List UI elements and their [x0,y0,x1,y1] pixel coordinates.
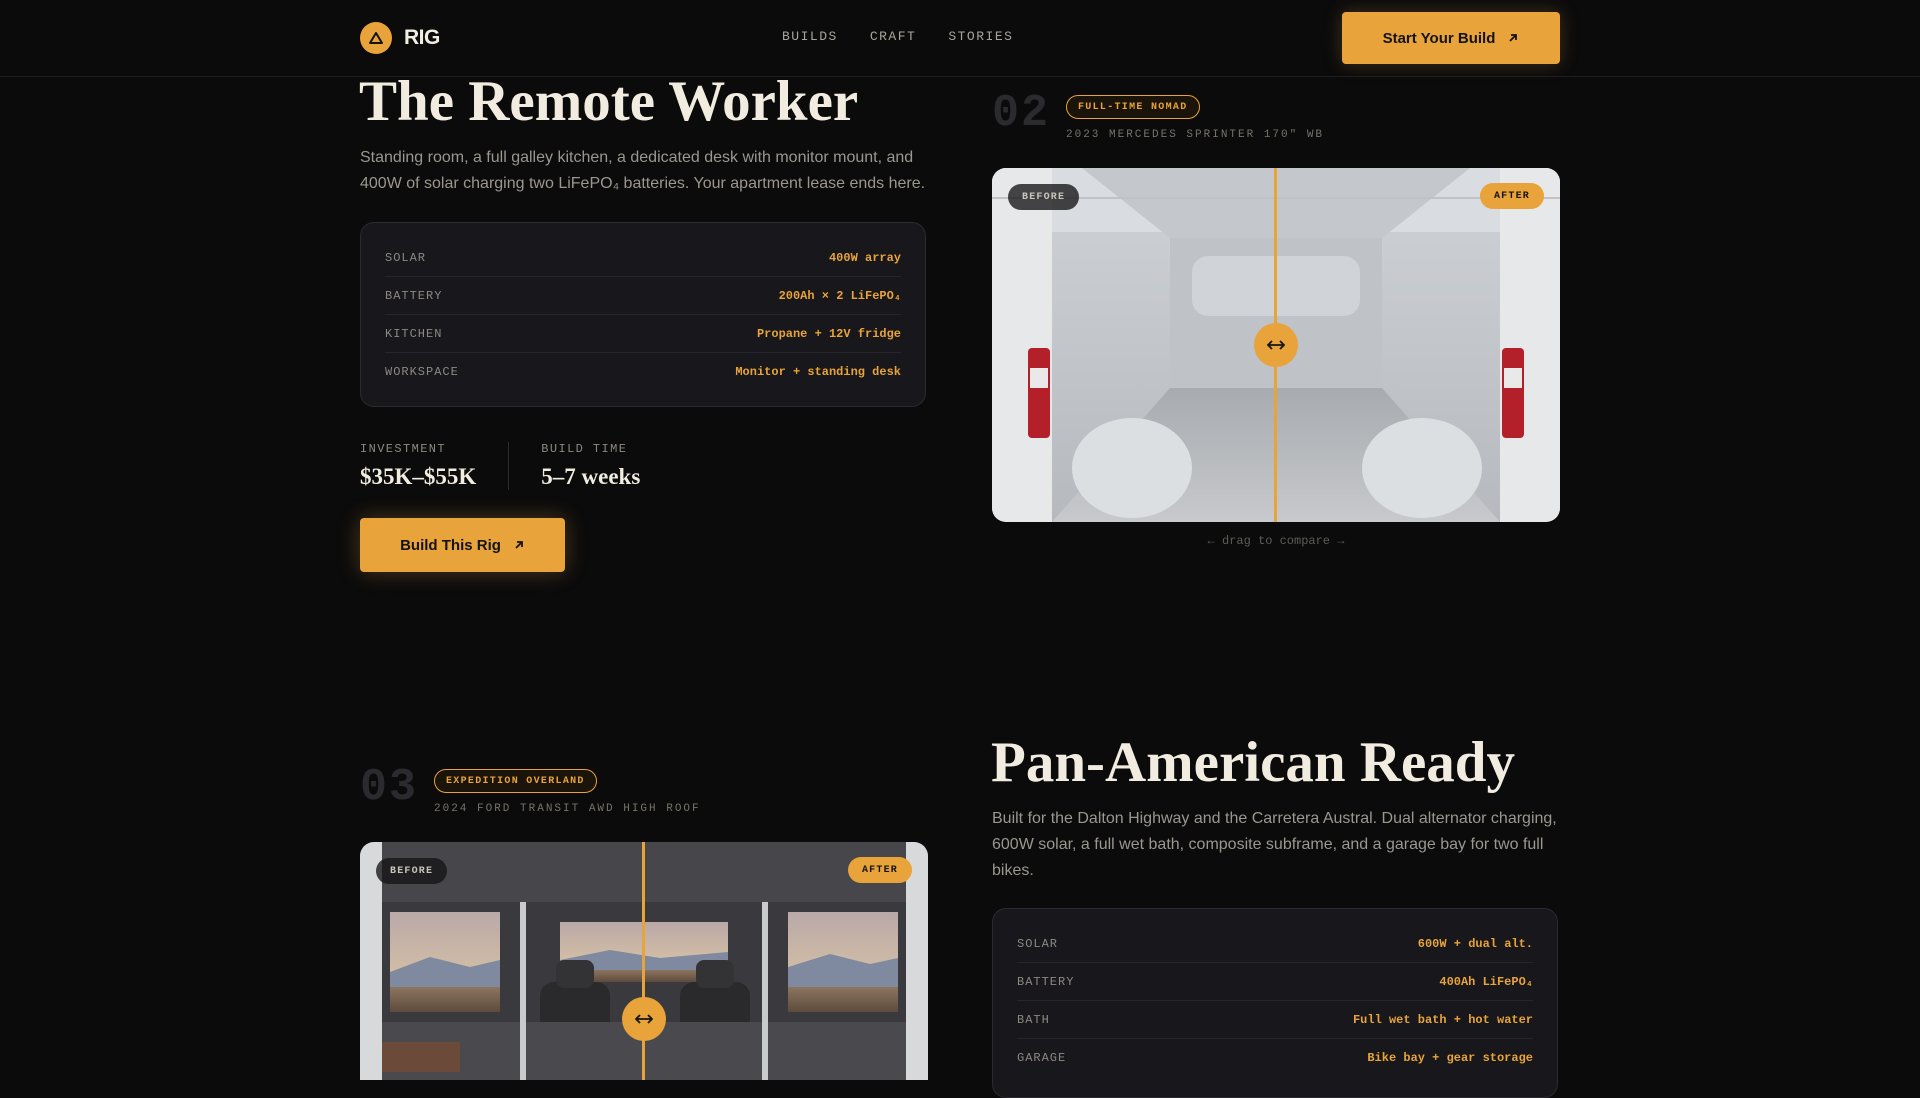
spec-row: BATTERY 200Ah × 2 LiFePO₄ [385,277,901,315]
before-tag: BEFORE [376,858,448,884]
spec-value: 400W array [828,250,901,265]
spec-card: SOLAR 400W array BATTERY 200Ah × 2 LiFeP… [360,222,926,407]
arrow-up-right-icon [515,541,523,549]
spec-value: Propane + 12V fridge [756,326,901,341]
spec-key: BATH [1017,1012,1050,1027]
site-header: RIG BUILDS CRAFT STORIES Start Your Buil… [0,0,1920,77]
build-this-rig-label: Build This Rig [400,536,501,554]
build-this-rig-button[interactable]: Build This Rig [360,518,565,572]
spec-value: Monitor + standing desk [735,364,901,379]
build-badge: EXPEDITION OVERLAND [434,769,597,793]
build-time-stat: BUILD TIME 5–7 weeks [508,442,672,490]
spec-row: SOLAR 600W + dual alt. [1017,925,1533,963]
main-nav: BUILDS CRAFT STORIES [782,29,1013,44]
spec-key: BATTERY [1017,974,1075,989]
spec-key: SOLAR [385,250,427,265]
build-stats: INVESTMENT $35K–$55K BUILD TIME 5–7 week… [360,442,672,490]
spec-key: GARAGE [1017,1050,1067,1065]
drag-arrows-icon [635,1014,653,1024]
spec-row: KITCHEN Propane + 12V fridge [385,315,901,353]
before-after-compare[interactable]: BEFORE AFTER [360,842,928,1080]
spec-key: KITCHEN [385,326,443,341]
before-after-compare[interactable]: BEFORE AFTER [992,168,1560,522]
drag-hint: ← drag to compare → [1207,534,1345,548]
brand-name: RIG [404,26,440,49]
drag-arrows-icon [1267,340,1285,350]
spec-row: GARAGE Bike bay + gear storage [1017,1039,1533,1076]
investment-label: INVESTMENT [360,442,447,456]
build-description: Standing room, a full galley kitchen, a … [360,149,926,192]
vehicle-model: 2024 FORD TRANSIT AWD HIGH ROOF [434,803,701,815]
nav-builds[interactable]: BUILDS [782,29,838,44]
build-title: Pan-American Ready [991,731,1515,794]
spec-row: WORKSPACE Monitor + standing desk [385,353,901,390]
vehicle-model: 2023 MERCEDES SPRINTER 170" WB [1066,129,1325,141]
nav-stories[interactable]: STORIES [948,29,1013,44]
start-build-button[interactable]: Start Your Build [1342,12,1560,64]
start-build-label: Start Your Build [1382,29,1496,47]
spec-row: BATH Full wet bath + hot water [1017,1001,1533,1039]
spec-value: 200Ah × 2 LiFePO₄ [778,288,901,303]
build-number: 03 [360,762,419,813]
nav-craft[interactable]: CRAFT [870,29,917,44]
build-time-value: 5–7 weeks [541,464,641,489]
build-title: The Remote Worker [359,70,859,133]
build-number: 02 [992,88,1051,139]
build-time-label: BUILD TIME [541,442,628,456]
arrow-up-right-icon [1509,34,1518,42]
after-tag: AFTER [1479,183,1544,209]
spec-key: SOLAR [1017,936,1059,951]
spec-value: 600W + dual alt. [1417,936,1533,951]
spec-value: Full wet bath + hot water [1352,1012,1533,1027]
compare-handle[interactable] [1254,323,1298,367]
spec-key: BATTERY [385,288,443,303]
compare-handle[interactable] [622,997,666,1041]
investment-stat: INVESTMENT $35K–$55K [360,442,508,490]
before-tag: BEFORE [1008,184,1080,210]
spec-value: 400Ah LiFePO₄ [1439,974,1533,989]
triangle-logo-icon [360,22,392,54]
build-description: Built for the Dalton Highway and the Car… [992,810,1557,879]
spec-key: WORKSPACE [385,364,459,379]
brand-logo[interactable]: RIG [360,22,440,54]
spec-card: SOLAR 600W + dual alt. BATTERY 400Ah LiF… [992,908,1558,1098]
spec-row: BATTERY 400Ah LiFePO₄ [1017,963,1533,1001]
investment-value: $35K–$55K [360,464,477,489]
build-badge: FULL-TIME NOMAD [1066,95,1200,119]
compare-divider[interactable] [642,842,645,1080]
spec-value: Bike bay + gear storage [1367,1050,1533,1065]
spec-row: SOLAR 400W array [385,239,901,277]
after-tag: AFTER [847,857,912,883]
